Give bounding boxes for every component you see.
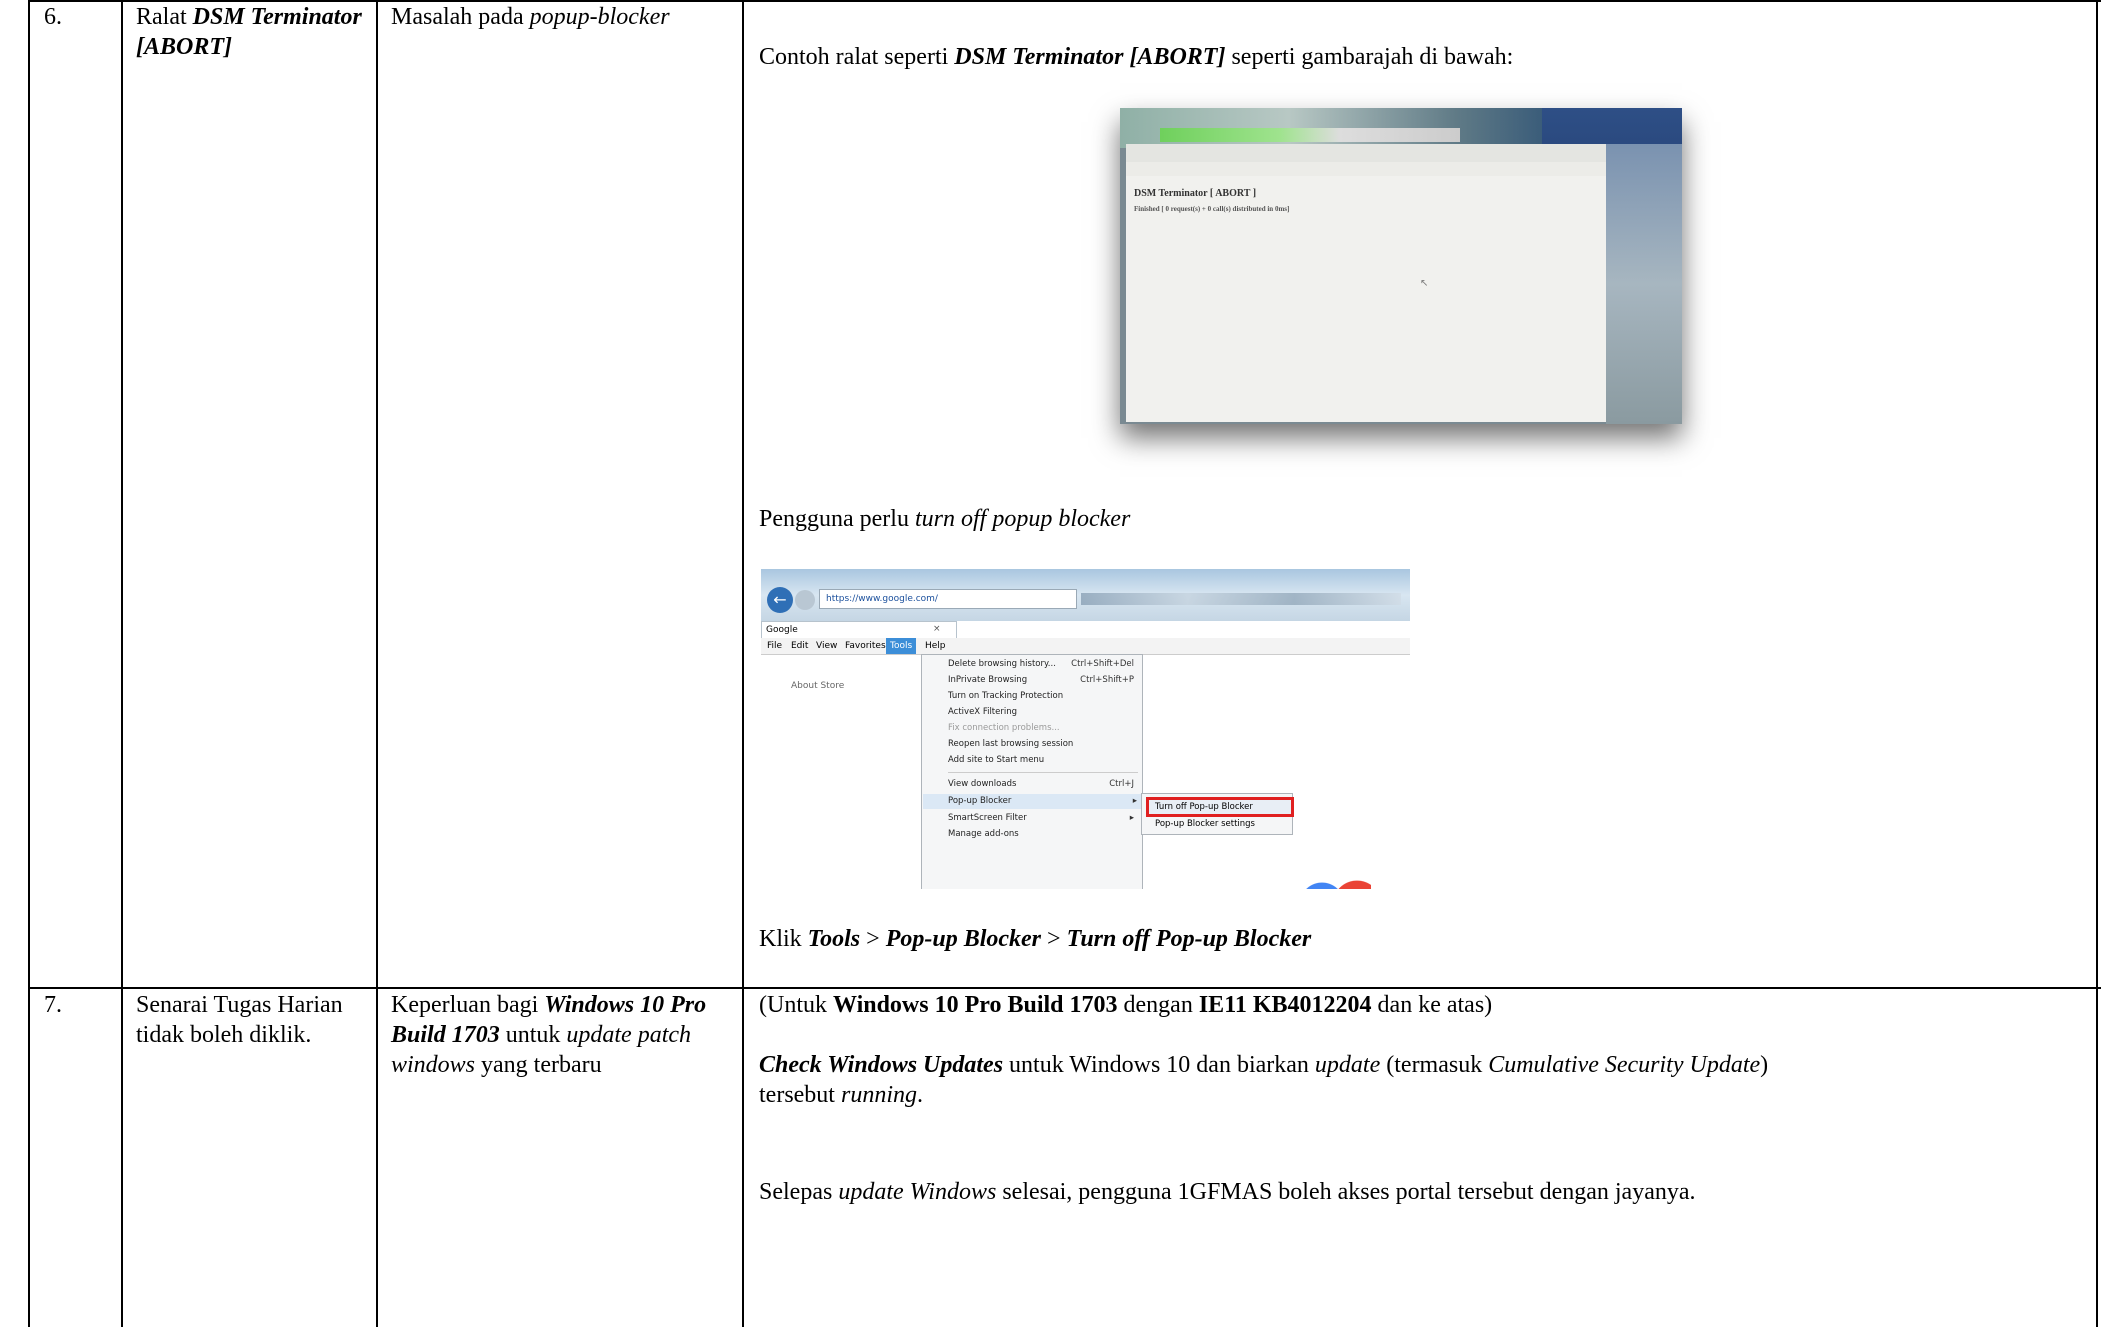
address-bar: https://www.google.com/ <box>819 589 1077 609</box>
row-number: 6. <box>44 4 62 30</box>
cursor-icon: ↖ <box>1420 278 1429 289</box>
menu-item: Manage add-ons <box>948 829 1019 839</box>
row-number: 7. <box>44 992 62 1018</box>
menu-favorites: Favorites <box>845 641 886 651</box>
popup-blocker-settings-item: Pop-up Blocker settings <box>1155 819 1255 829</box>
menu-item-popup-blocker: Pop-up Blocker ▸ <box>923 794 1141 809</box>
menu-item: Delete browsing history... Ctrl+Shift+Del <box>948 659 1134 669</box>
table-border <box>121 0 123 1327</box>
result-note: Selepas update Windows selesai, pengguna… <box>759 1179 1696 1205</box>
update-instruction: Check Windows Updates untuk Windows 10 d… <box>759 1052 1769 1108</box>
menu-item: InPrivate Browsing Ctrl+Shift+P <box>948 675 1134 685</box>
click-path: Klik Tools > Pop-up Blocker > Turn off P… <box>759 926 1312 952</box>
requirement-note: (Untuk Windows 10 Pro Build 1703 dengan … <box>759 992 1493 1018</box>
problem-description: Keperluan bagi Windows 10 Pro Build 1703… <box>391 992 707 1078</box>
table-border <box>28 0 30 1327</box>
google-logo-fragment <box>1301 865 1371 889</box>
problem-description: Masalah pada popup-blocker <box>391 4 670 30</box>
menu-tools: Tools <box>886 638 917 654</box>
tools-dropdown: Delete browsing history... Ctrl+Shift+Del… <box>921 654 1143 889</box>
error-title: Ralat DSM Terminator [ABORT] <box>136 4 362 60</box>
menu-item: ActiveX Filtering <box>948 707 1018 717</box>
turnoff-instruction: Pengguna perlu turn off popup blocker <box>759 506 1131 532</box>
table-border <box>2096 0 2098 1327</box>
page-links: About Store <box>791 681 845 691</box>
screenshot-line: Finished [ 0 request(s) + 0 call(s) dist… <box>1134 205 1290 213</box>
document-table: 6. Ralat DSM Terminator [ABORT] Masalah … <box>0 0 2101 1327</box>
menu-edit: Edit <box>791 641 809 651</box>
screenshot-title: DSM Terminator [ ABORT ] <box>1134 188 1257 199</box>
table-border <box>28 987 2101 989</box>
error-title: Senarai Tugas Harian tidak boleh diklik. <box>136 992 343 1048</box>
close-icon: × <box>933 624 941 634</box>
menu-item: Fix connection problems... <box>948 723 1060 733</box>
table-border <box>376 0 378 1327</box>
menu-item: Add site to Start menu <box>948 755 1045 765</box>
popup-submenu: Turn off Pop-up Blocker Pop-up Blocker s… <box>1141 793 1294 835</box>
menu-view: View <box>816 641 838 651</box>
forward-arrow-icon <box>795 590 815 610</box>
turn-off-popup-blocker-item: Turn off Pop-up Blocker <box>1146 797 1294 817</box>
error-screenshot: DSM Terminator [ ABORT ] Finished [ 0 re… <box>1120 108 1682 424</box>
table-border <box>742 0 744 1327</box>
menu-item: View downloads Ctrl+J <box>948 779 1134 789</box>
browser-tab: Google <box>761 621 957 639</box>
back-arrow-icon: ← <box>767 587 793 613</box>
menu-separator <box>948 772 1138 773</box>
menu-item: SmartScreen Filter ▸ <box>948 813 1134 823</box>
menu-item: Reopen last browsing session <box>948 739 1074 749</box>
menu-file: File <box>767 641 783 651</box>
error-intro: Contoh ralat seperti DSM Terminator [ABO… <box>759 44 1514 70</box>
ie-tools-screenshot: ← https://www.google.com/ Google × File … <box>761 569 1410 889</box>
menu-help: Help <box>925 641 946 651</box>
menu-bar: File Edit View Favorites Tools Help <box>761 638 1410 655</box>
menu-item: Turn on Tracking Protection <box>948 691 1064 701</box>
